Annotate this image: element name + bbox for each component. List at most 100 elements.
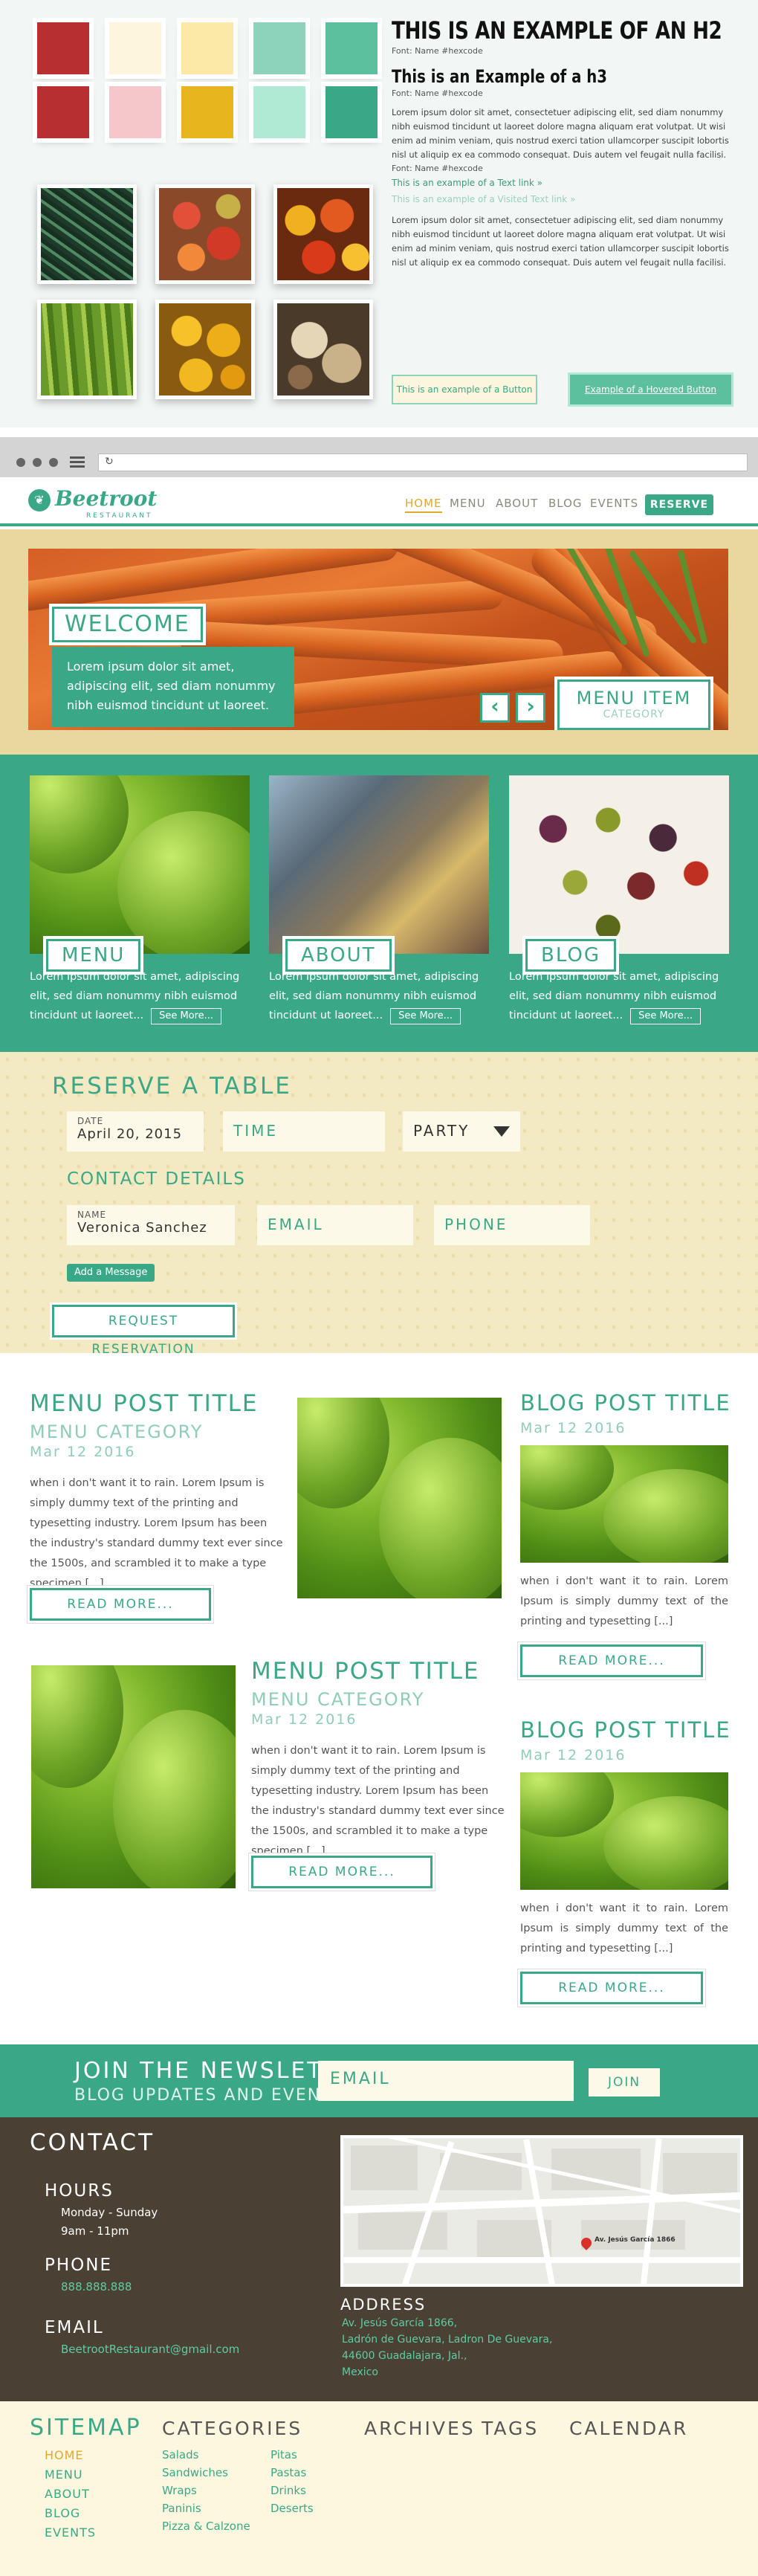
category-link[interactable]: Deserts xyxy=(271,2499,314,2517)
read-more-button[interactable]: READ MORE... xyxy=(251,1856,433,1888)
menu-post-date: Mar 12 2016 xyxy=(30,1444,136,1460)
sample-hovered-button[interactable]: Example of a Hovered Button xyxy=(570,375,731,404)
chevron-left-icon[interactable]: ‹ xyxy=(480,693,510,723)
blog-post-title[interactable]: BLOG POST TITLE xyxy=(520,1717,731,1743)
category-link[interactable]: Wraps xyxy=(162,2482,197,2499)
window-dot[interactable] xyxy=(33,458,42,467)
email-field[interactable]: EMAIL xyxy=(257,1205,413,1245)
menu-post-category[interactable]: MENU CATEGORY xyxy=(251,1689,424,1710)
see-more-link[interactable]: See More... xyxy=(151,1008,222,1024)
feature-label[interactable]: BLOG xyxy=(525,939,617,972)
time-placeholder: TIME xyxy=(233,1122,279,1140)
site-header: ❦ Beetroot RESTAURANT HOME MENU ABOUT BL… xyxy=(0,477,758,526)
window-dot[interactable] xyxy=(16,458,25,467)
hours-title: HOURS xyxy=(45,2181,114,2201)
logo-subtitle: RESTAURANT xyxy=(86,512,153,520)
sample-h2: THIS IS AN EXAMPLE OF AN H2 xyxy=(392,16,722,45)
menu-post-title[interactable]: MENU POST TITLE xyxy=(251,1658,480,1685)
window-dot[interactable] xyxy=(49,458,58,467)
blog-post-excerpt: when i don't want it to rain. Lorem Ipsu… xyxy=(520,1575,728,1627)
color-swatch xyxy=(37,86,89,138)
party-select[interactable]: PARTY xyxy=(403,1111,520,1152)
chevron-right-icon[interactable]: › xyxy=(516,693,545,723)
phone-number[interactable]: 888.888.888 xyxy=(61,2278,132,2296)
feature-label[interactable]: ABOUT xyxy=(285,939,392,972)
see-more-link[interactable]: See More... xyxy=(390,1008,461,1024)
photo-beans xyxy=(37,300,137,399)
feature-label[interactable]: MENU xyxy=(46,939,141,972)
menu-post-title[interactable]: MENU POST TITLE xyxy=(30,1390,259,1417)
sample-button[interactable]: This is an example of a Button xyxy=(392,375,537,404)
category-link[interactable]: Pitas xyxy=(271,2446,297,2464)
color-swatch xyxy=(181,22,233,74)
feature-card-menu[interactable]: MENU Lorem ipsum dolor sit amet, adipisc… xyxy=(30,775,250,1025)
contact-details-title: CONTACT DETAILS xyxy=(67,1169,246,1189)
name-field[interactable]: NAME Veronica Sanchez xyxy=(67,1205,235,1245)
nav-menu[interactable]: MENU xyxy=(450,497,486,510)
see-more-link[interactable]: See More... xyxy=(630,1008,702,1024)
site-footer: SITEMAP HOME MENU ABOUT BLOG EVENTS CATE… xyxy=(0,2401,758,2576)
read-more-button[interactable]: READ MORE... xyxy=(520,1644,703,1677)
reserve-button[interactable]: RESERVE xyxy=(645,494,713,515)
category-link[interactable]: Paninis xyxy=(162,2499,201,2517)
category-link[interactable]: Sandwiches xyxy=(162,2464,228,2482)
sample-paragraph: Lorem ipsum dolor sit amet, consectetuer… xyxy=(392,215,729,268)
photo-peppers xyxy=(273,184,373,284)
sitemap-link-about[interactable]: ABOUT xyxy=(45,2485,90,2504)
hours-days: Monday - Sunday xyxy=(61,2206,158,2219)
address-line: Ladrón de Guevara, Ladron De Guevara, xyxy=(342,2334,553,2346)
join-button[interactable]: JOIN xyxy=(589,2068,660,2096)
map-label: Av. Jesús García 1866 xyxy=(595,2236,676,2244)
nav-events[interactable]: EVENTS xyxy=(590,497,638,510)
phone-field[interactable]: PHONE xyxy=(434,1205,590,1245)
sample-text-link[interactable]: This is an example of a Text link » xyxy=(392,178,733,188)
nav-home[interactable]: HOME xyxy=(405,497,442,513)
color-swatch xyxy=(109,22,161,74)
location-map[interactable]: Av. Jesús García 1866 xyxy=(340,2135,743,2287)
feature-card-blog[interactable]: BLOG Lorem ipsum dolor sit amet, adipisc… xyxy=(509,775,729,1025)
newsletter-email-input[interactable]: EMAIL xyxy=(318,2061,574,2101)
menu-post-category[interactable]: MENU CATEGORY xyxy=(30,1421,203,1442)
h2-font-note: Font: Name #hexcode xyxy=(392,46,483,56)
category-link[interactable]: Pizza & Calzone xyxy=(162,2517,250,2535)
sitemap-link-menu[interactable]: MENU xyxy=(45,2465,83,2485)
phone-placeholder: PHONE xyxy=(444,1216,508,1233)
nav-blog[interactable]: BLOG xyxy=(548,497,583,510)
category-link[interactable]: Pastas xyxy=(271,2464,306,2482)
reload-icon[interactable]: ↻ xyxy=(105,456,114,468)
date-field[interactable]: DATE April 20, 2015 xyxy=(67,1111,204,1152)
avocado-image xyxy=(520,1772,728,1890)
pasta-chef-image xyxy=(269,775,489,954)
blog-post-title[interactable]: BLOG POST TITLE xyxy=(520,1390,731,1415)
request-reservation-button[interactable]: REQUEST RESERVATION xyxy=(52,1305,235,1357)
avocado-image xyxy=(520,1445,728,1563)
nav-about[interactable]: ABOUT xyxy=(496,497,538,510)
color-swatch xyxy=(109,86,161,138)
category-link[interactable]: Salads xyxy=(162,2446,198,2464)
time-field[interactable]: TIME xyxy=(223,1111,385,1152)
welcome-heading: WELCOME xyxy=(52,607,203,642)
blog-post-excerpt: when i don't want it to rain. Lorem Ipsu… xyxy=(520,1902,728,1954)
sample-visited-link[interactable]: This is an example of a Visited Text lin… xyxy=(392,194,733,204)
menu-item-title: MENU ITEM xyxy=(576,688,692,708)
address-line: 44600 Guadalajara, Jal., xyxy=(342,2350,467,2362)
feature-card-about[interactable]: ABOUT Lorem ipsum dolor sit amet, adipis… xyxy=(269,775,489,1025)
avocado-image xyxy=(297,1398,502,1598)
sitemap-link-home[interactable]: HOME xyxy=(45,2446,84,2465)
sitemap-link-blog[interactable]: BLOG xyxy=(45,2504,80,2523)
archives-link[interactable]: ARCHIVES xyxy=(364,2418,476,2439)
email-address[interactable]: BeetrootRestaurant@gmail.com xyxy=(61,2340,239,2359)
category-link[interactable]: Drinks xyxy=(271,2482,306,2499)
email-title: EMAIL xyxy=(45,2318,104,2337)
address-bar[interactable]: ↻ xyxy=(98,453,748,471)
address-title: ADDRESS xyxy=(340,2296,427,2314)
featured-menu-item[interactable]: MENU ITEM CATEGORY xyxy=(557,679,710,730)
photo-yellow-tomatoes xyxy=(155,300,255,399)
read-more-button[interactable]: READ MORE... xyxy=(520,1972,703,2004)
calendar-link[interactable]: CALENDAR xyxy=(569,2418,688,2439)
tags-link[interactable]: TAGS xyxy=(482,2418,539,2439)
sitemap-link-events[interactable]: EVENTS xyxy=(45,2523,96,2543)
add-message-button[interactable]: Add a Message xyxy=(67,1264,155,1282)
read-more-button[interactable]: READ MORE... xyxy=(30,1588,211,1621)
hamburger-menu-icon[interactable] xyxy=(70,456,85,468)
